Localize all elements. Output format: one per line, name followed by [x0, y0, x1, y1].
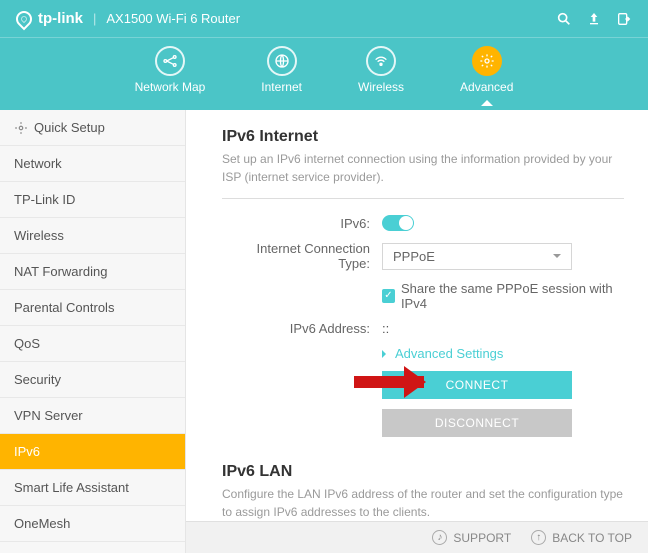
sidebar-item-wireless[interactable]: Wireless	[0, 218, 185, 254]
sidebar-item-tplink-id[interactable]: TP-Link ID	[0, 182, 185, 218]
sidebar-item-qos[interactable]: QoS	[0, 326, 185, 362]
conn-type-select[interactable]: PPPoE	[382, 243, 572, 270]
tab-network-map[interactable]: Network Map	[135, 46, 206, 94]
title-divider: |	[93, 11, 96, 26]
sidebar-label: IPv6	[14, 444, 40, 459]
chevron-down-icon	[553, 254, 561, 262]
sidebar-label: Network	[14, 156, 62, 171]
sidebar-item-parental-controls[interactable]: Parental Controls	[0, 290, 185, 326]
share-pppoe-label: Share the same PPPoE session with IPv4	[401, 281, 624, 311]
tab-advanced[interactable]: Advanced	[460, 46, 513, 94]
sidebar: Quick Setup Network TP-Link ID Wireless …	[0, 110, 186, 553]
ipv6-address-value: ::	[382, 321, 624, 336]
brand-text: tp-link	[38, 10, 83, 27]
advanced-icon	[472, 46, 502, 76]
sidebar-item-quick-setup[interactable]: Quick Setup	[0, 110, 185, 146]
section-title-ipv6-lan: IPv6 LAN	[222, 463, 624, 481]
sidebar-label: TP-Link ID	[14, 192, 75, 207]
main-tabs: Network Map Internet Wireless Advanced	[0, 38, 648, 94]
content-pane: IPv6 Internet Set up an IPv6 internet co…	[186, 110, 648, 553]
advanced-settings-label: Advanced Settings	[395, 346, 503, 361]
back-to-top-label: BACK TO TOP	[552, 531, 632, 545]
ipv6-address-label: IPv6 Address:	[222, 321, 382, 336]
sidebar-label: Quick Setup	[34, 120, 105, 135]
topbar-actions	[556, 11, 632, 27]
tab-label: Internet	[261, 80, 302, 94]
topbar: tp-link | AX1500 Wi-Fi 6 Router	[0, 0, 648, 38]
update-icon[interactable]	[586, 11, 602, 27]
sidebar-label: Smart Life Assistant	[14, 480, 129, 495]
sidebar-label: QoS	[14, 336, 40, 351]
sidebar-label: NAT Forwarding	[14, 264, 107, 279]
ipv6-toggle[interactable]	[382, 215, 414, 231]
conn-type-label: Internet Connection Type:	[222, 241, 382, 271]
ipv6-toggle-label: IPv6:	[222, 216, 382, 231]
logout-icon[interactable]	[616, 11, 632, 27]
wireless-icon	[366, 46, 396, 76]
tab-internet[interactable]: Internet	[261, 46, 302, 94]
sidebar-label: Parental Controls	[14, 300, 114, 315]
support-button[interactable]: ♪ SUPPORT	[432, 530, 511, 545]
connect-button[interactable]: CONNECT	[382, 371, 572, 399]
tab-label: Advanced	[460, 80, 513, 94]
advanced-settings-link[interactable]: Advanced Settings	[382, 346, 624, 361]
gear-icon	[14, 121, 28, 135]
support-icon: ♪	[432, 530, 447, 545]
section-title-ipv6-internet: IPv6 Internet	[222, 128, 624, 146]
header: tp-link | AX1500 Wi-Fi 6 Router Network …	[0, 0, 648, 110]
arrow-up-icon: ↑	[531, 530, 546, 545]
sidebar-label: OneMesh	[14, 516, 70, 531]
sidebar-label: Security	[14, 372, 61, 387]
sidebar-item-smart-life[interactable]: Smart Life Assistant	[0, 470, 185, 506]
sidebar-item-network[interactable]: Network	[0, 146, 185, 182]
sidebar-item-security[interactable]: Security	[0, 362, 185, 398]
sidebar-label: Wireless	[14, 228, 64, 243]
brand-logo: tp-link	[16, 10, 83, 27]
network-map-icon	[155, 46, 185, 76]
share-pppoe-checkbox[interactable]: ✓	[382, 289, 395, 303]
sidebar-item-nat-forwarding[interactable]: NAT Forwarding	[0, 254, 185, 290]
search-icon[interactable]	[556, 11, 572, 27]
support-label: SUPPORT	[453, 531, 511, 545]
triangle-right-icon	[382, 350, 390, 358]
conn-type-value: PPPoE	[393, 249, 435, 264]
tab-wireless[interactable]: Wireless	[358, 46, 404, 94]
tab-label: Network Map	[135, 80, 206, 94]
disconnect-button: DISCONNECT	[382, 409, 572, 437]
sidebar-item-onemesh[interactable]: OneMesh	[0, 506, 185, 542]
model-name: AX1500 Wi-Fi 6 Router	[106, 11, 240, 26]
footer: ♪ SUPPORT ↑ BACK TO TOP	[186, 521, 648, 553]
tab-label: Wireless	[358, 80, 404, 94]
sidebar-item-vpn-server[interactable]: VPN Server	[0, 398, 185, 434]
back-to-top-button[interactable]: ↑ BACK TO TOP	[531, 530, 632, 545]
tplink-logo-icon	[13, 7, 36, 30]
sidebar-item-ipv6[interactable]: IPv6	[0, 434, 185, 470]
sidebar-label: VPN Server	[14, 408, 83, 423]
sidebar-item-system[interactable]: System	[0, 542, 185, 553]
internet-icon	[267, 46, 297, 76]
section-desc-ipv6-internet: Set up an IPv6 internet connection using…	[222, 150, 624, 199]
